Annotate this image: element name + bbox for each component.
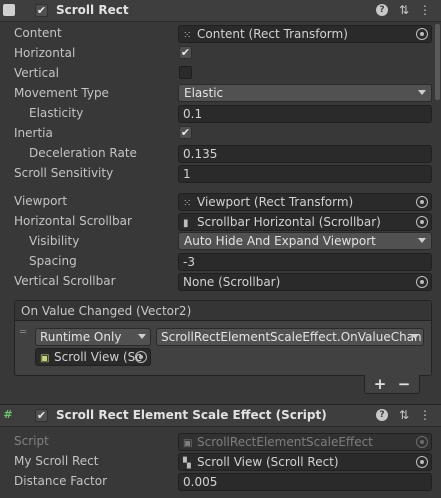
chevron-down-icon [418,238,426,243]
deceleration-label: Deceleration Rate [29,146,137,160]
function-value: ScrollRectElementScaleEffect.OnValueChan [161,330,422,344]
event-header: On Value Changed (Vector2) [15,301,431,321]
runtime-dropdown[interactable]: Runtime Only [35,328,151,346]
script-icon: ▣ [40,353,50,364]
scale-effect-title: Scroll Rect Element Scale Effect (Script… [56,408,327,422]
chevron-down-icon [411,334,419,339]
remove-listener-button[interactable]: − [394,375,414,393]
scroll-rect-icon: ▚ [183,458,191,469]
scroll-rect-component-icon [3,4,15,16]
elasticity-label: Elasticity [29,106,84,120]
horizontal-label: Horizontal [14,46,76,60]
spacing-label: Spacing [29,254,77,268]
viewport-value: Viewport (Rect Transform) [197,195,354,209]
content-field[interactable]: ⁙ Content (Rect Transform) [178,25,432,43]
script-value: ScrollRectElementScaleEffect [197,435,373,449]
scroll-rect-title: Scroll Rect [56,3,129,17]
on-value-changed-event: On Value Changed (Vector2) ═ Runtime Onl… [14,300,432,376]
inspector-scrollbar[interactable] [435,24,440,100]
object-picker-icon[interactable] [416,456,428,468]
component-menu-icon[interactable]: ⋮ [418,408,432,422]
event-target-value: Scroll View (Sc [54,350,142,364]
scroll-rect-header[interactable]: ✔ Scroll Rect ? ⇅ ⋮ [0,0,441,22]
distance-factor-field[interactable]: 0.005 [178,473,432,491]
visibility-label: Visibility [29,234,80,248]
content-label: Content [14,26,62,40]
component-menu-icon[interactable]: ⋮ [418,3,432,17]
help-icon[interactable]: ? [376,4,388,16]
event-list-controls: + − [364,375,420,394]
vscroll-label: Vertical Scrollbar [14,274,116,288]
distance-factor-label: Distance Factor [14,474,108,488]
object-picker-icon[interactable] [416,28,428,40]
my-scroll-rect-field[interactable]: ▚ Scroll View (Scroll Rect) [178,453,432,471]
hscroll-label: Horizontal Scrollbar [14,214,132,228]
spacing-field[interactable]: -3 [178,253,432,271]
my-scroll-rect-label: My Scroll Rect [14,454,99,468]
vscroll-value: None (Scrollbar) [183,275,281,289]
sensitivity-field[interactable]: 1 [178,165,432,183]
object-picker-icon[interactable] [416,196,428,208]
vscroll-field[interactable]: None (Scrollbar) [178,273,432,291]
inertia-label: Inertia [14,126,53,140]
viewport-field[interactable]: ⁙ Viewport (Rect Transform) [178,193,432,211]
hscroll-value: Scrollbar Horizontal (Scrollbar) [197,215,381,229]
vertical-checkbox[interactable] [179,66,192,79]
object-picker-icon[interactable] [416,216,428,228]
object-picker-icon[interactable] [416,276,428,288]
scale-effect-enabled-checkbox[interactable]: ✔ [35,409,48,422]
chevron-down-icon [138,334,146,339]
script-component-icon: # [3,408,13,421]
script-field: ▣ ScrollRectElementScaleEffect [178,433,432,451]
sensitivity-label: Scroll Sensitivity [14,166,114,180]
object-picker-icon[interactable] [135,351,147,363]
visibility-dropdown[interactable]: Auto Hide And Expand Viewport [178,232,432,250]
viewport-label: Viewport [14,194,68,208]
script-label: Script [14,434,49,448]
chevron-down-icon [418,90,426,95]
scale-effect-header[interactable]: # ✔ Scroll Rect Element Scale Effect (Sc… [0,405,441,427]
vertical-label: Vertical [14,66,59,80]
my-scroll-rect-value: Scroll View (Scroll Rect) [197,455,339,469]
scroll-rect-enabled-checkbox[interactable]: ✔ [35,4,48,17]
deceleration-field[interactable]: 0.135 [178,145,432,163]
presets-icon[interactable]: ⇅ [397,408,411,422]
function-dropdown[interactable]: ScrollRectElementScaleEffect.OnValueChan [156,328,424,346]
script-icon: ▣ [183,438,193,449]
inertia-checkbox[interactable]: ✔ [179,126,192,139]
elasticity-field[interactable]: 0.1 [178,105,432,123]
content-value: Content (Rect Transform) [197,27,348,41]
scrollbar-icon: ▮ [183,218,189,229]
movement-type-dropdown[interactable]: Elastic [178,84,432,102]
horizontal-checkbox[interactable]: ✔ [179,46,192,59]
movement-type-value: Elastic [184,86,224,100]
visibility-value: Auto Hide And Expand Viewport [184,234,376,248]
movement-type-label: Movement Type [14,86,109,100]
runtime-value: Runtime Only [40,330,122,344]
object-picker-icon [416,436,428,448]
hscroll-field[interactable]: ▮ Scrollbar Horizontal (Scrollbar) [178,213,432,231]
add-listener-button[interactable]: + [370,375,390,393]
rect-transform-icon: ⁙ [183,30,192,41]
drag-handle-icon[interactable]: ═ [20,328,26,338]
help-icon[interactable]: ? [376,409,388,421]
rect-transform-icon: ⁙ [183,198,192,209]
event-target-field[interactable]: ▣ Scroll View (Sc [35,348,151,366]
presets-icon[interactable]: ⇅ [397,3,411,17]
